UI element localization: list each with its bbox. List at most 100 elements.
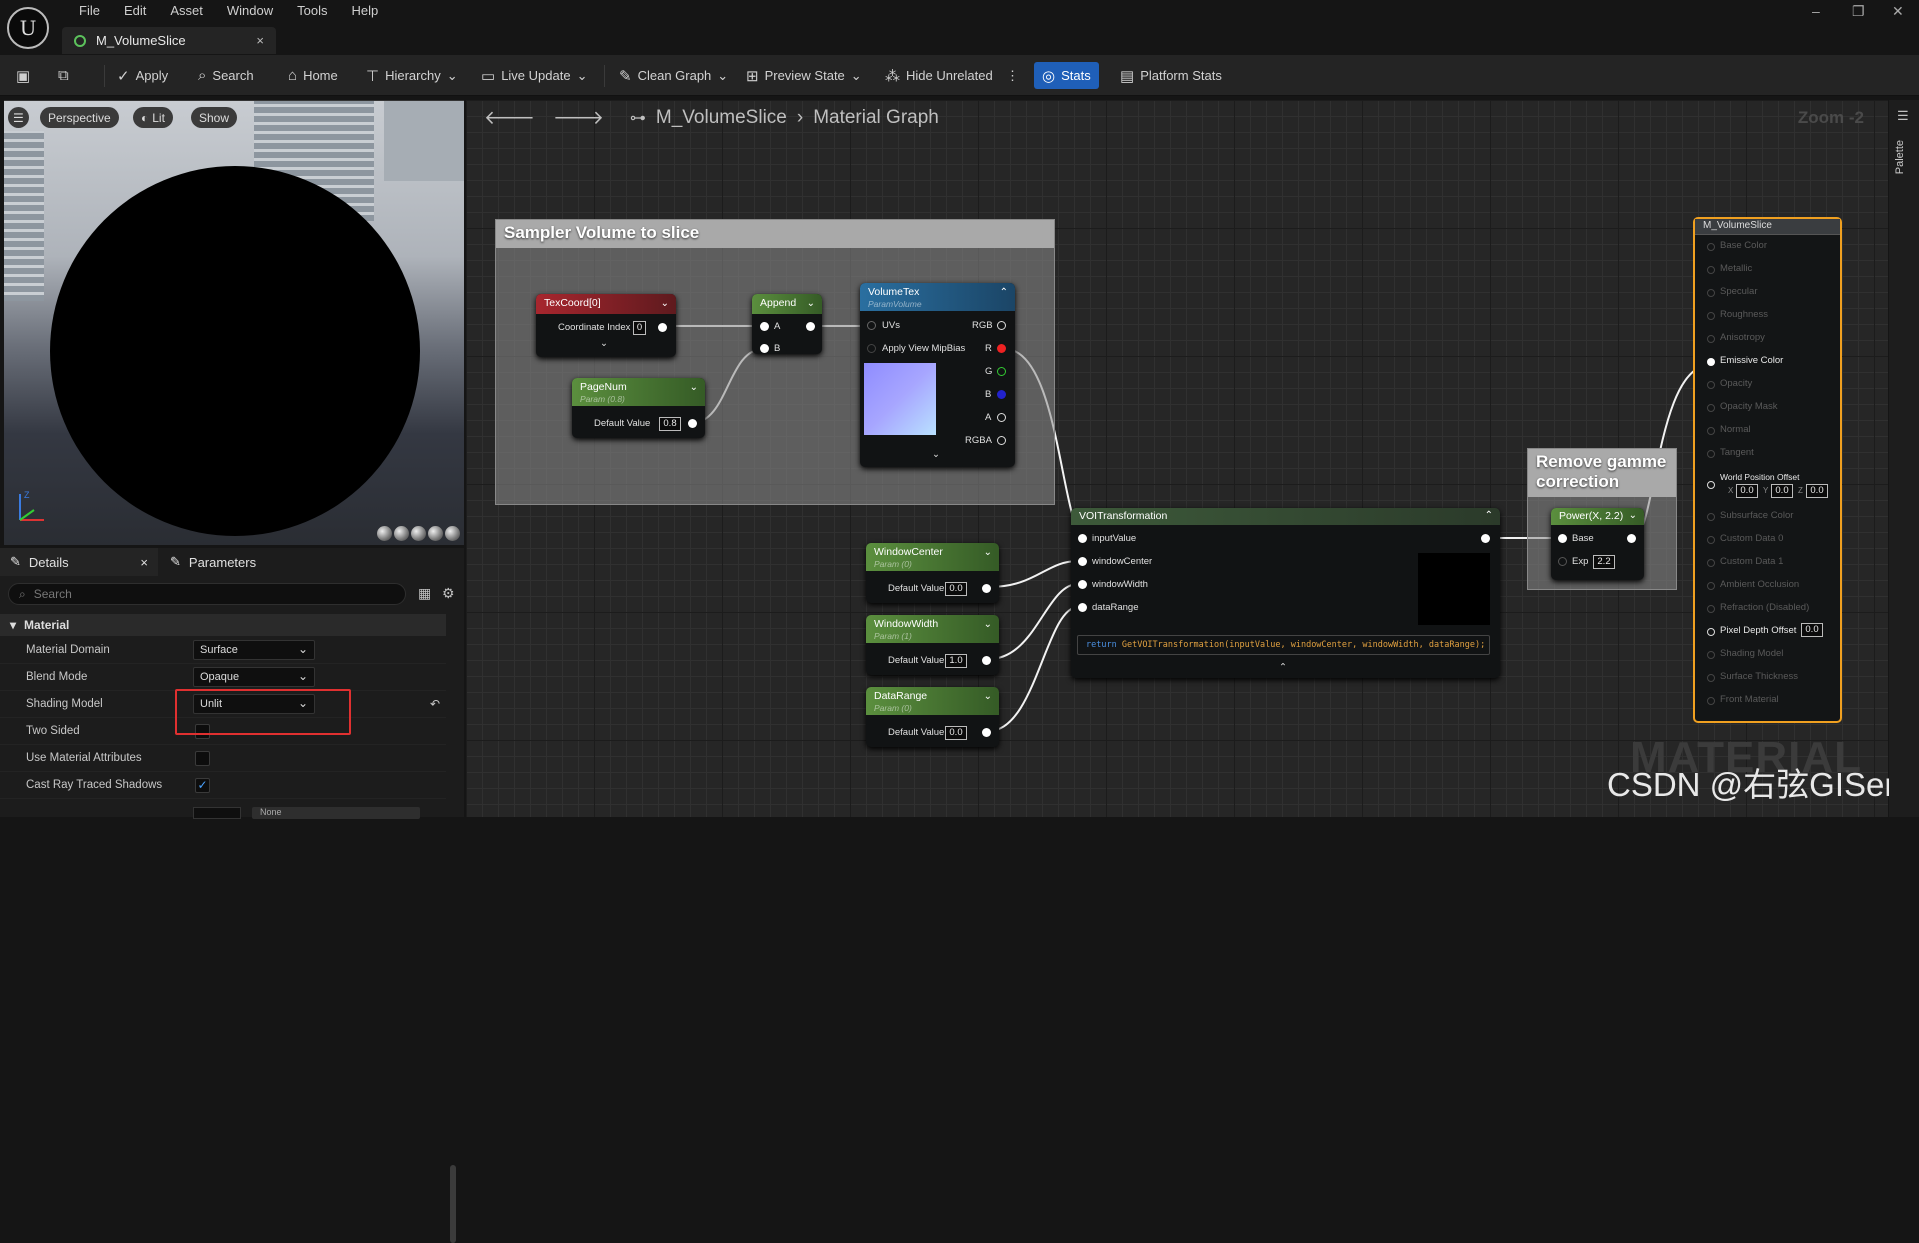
show-button[interactable]: Show — [191, 107, 238, 128]
menu-help[interactable]: Help — [339, 2, 390, 20]
datarange-value[interactable]: 0.0 — [945, 726, 967, 740]
menu-window[interactable]: Window — [215, 2, 285, 20]
close-details-icon[interactable]: × — [140, 555, 148, 570]
wpo-y-value[interactable]: 0.0 — [1771, 484, 1793, 498]
axis-gizmo-icon: Z — [12, 488, 52, 531]
chevron-down-icon: ⌄ — [297, 669, 308, 683]
toolbar: ▣ ⧉ ✓ Apply ⌕ Search ⌂ Home ⊤ Hierarchy ⌄ ▭ Li… — [0, 55, 1919, 96]
live-update-button[interactable]: ▭ Live Update ⌄ — [481, 55, 587, 96]
tab-parameters[interactable]: ✎ Parameters — [170, 548, 256, 576]
pagenum-value[interactable]: 0.8 — [659, 417, 681, 431]
more-options-icon[interactable]: ⋮ — [1006, 55, 1019, 96]
material-domain-combo[interactable]: Surface ⌄ — [193, 640, 315, 660]
category-material[interactable]: ▾ Material — [0, 614, 446, 636]
node-voitransformation[interactable]: VOITransformation ⌃ inputValue windowCen… — [1071, 508, 1500, 678]
tab-details[interactable]: ✎ Details × — [0, 548, 158, 576]
stats-button[interactable]: ◎ Stats — [1034, 62, 1099, 89]
chevron-down-icon: ⌄ — [689, 382, 698, 393]
save-button[interactable]: ▣ — [16, 55, 30, 96]
node-append[interactable]: Append ⌄ A B — [752, 294, 822, 354]
details-search-input[interactable]: ⌕ Search — [8, 583, 406, 605]
node-datarange[interactable]: DataRange Param (0) ⌄ Default Value 0.0 — [866, 687, 999, 747]
palette-panel[interactable]: ☰ Palette — [1889, 100, 1919, 817]
preview-state-icon: ⊞ — [746, 67, 759, 85]
palette-menu-icon[interactable]: ☰ — [1897, 108, 1909, 124]
live-update-icon: ▭ — [481, 67, 496, 85]
node-material-output[interactable]: M_VolumeSlice Base Color Metallic Specul… — [1693, 217, 1842, 723]
node-windowcenter[interactable]: WindowCenter Param (0) ⌄ Default Value 0.… — [866, 543, 999, 603]
chevron-down-icon: ⌄ — [660, 298, 669, 309]
highlight-box — [175, 689, 351, 735]
node-pagenum[interactable]: PageNum Param (0.8) ⌄ Default Value 0.8 — [572, 378, 705, 438]
minimize-button[interactable]: – — [1812, 3, 1820, 19]
search-button[interactable]: ⌕ Search — [198, 55, 254, 96]
hide-unrelated-button[interactable]: ⁂ Hide Unrelated — [885, 55, 993, 96]
platform-stats-icon: ▤ — [1120, 67, 1135, 85]
use-material-attributes-checkbox[interactable] — [195, 751, 210, 766]
wpo-z-value[interactable]: 0.0 — [1806, 484, 1828, 498]
palette-tab[interactable]: Palette — [1894, 140, 1906, 174]
home-icon: ⌂ — [288, 67, 298, 84]
lit-button[interactable]: ◐ Lit — [133, 107, 173, 128]
chevron-down-icon: ⌄ — [806, 298, 815, 309]
collapse-icon: ⌄ — [932, 449, 940, 460]
wpo-x-value[interactable]: 0.0 — [1736, 484, 1758, 498]
chevron-down-icon: ⌄ — [1628, 510, 1637, 521]
details-scrollbar[interactable] — [450, 1165, 456, 1243]
menu-tools[interactable]: Tools — [285, 2, 339, 20]
save-icon: ▣ — [16, 67, 31, 85]
windowwidth-value[interactable]: 1.0 — [945, 654, 967, 668]
node-windowwidth[interactable]: WindowWidth Param (1) ⌄ Default Value 1.0 — [866, 615, 999, 675]
menu-file[interactable]: File — [67, 2, 112, 20]
preview-viewport[interactable]: ☰ Perspective ◐ Lit Show Z — [4, 100, 464, 545]
material-graph[interactable]: 🡐 🡒 ⊶ M_VolumeSlice › Material Graph Zoo… — [466, 100, 1888, 817]
lit-icon: ◐ — [141, 110, 149, 125]
comment-title: Remove gamme correction — [1528, 449, 1676, 497]
menu-edit[interactable]: Edit — [112, 2, 158, 20]
preview-state-button[interactable]: ⊞ Preview State ⌄ — [746, 55, 862, 96]
pixel-depth-offset-value[interactable]: 0.0 — [1801, 623, 1823, 637]
output-pin — [658, 323, 667, 332]
perspective-button[interactable]: Perspective — [40, 107, 119, 128]
home-button[interactable]: ⌂ Home — [288, 55, 338, 96]
preview-sphere — [50, 166, 420, 536]
clean-graph-button[interactable]: ✎ Clean Graph ⌄ — [619, 55, 728, 96]
partial-field[interactable] — [193, 807, 241, 819]
material-asset-icon — [74, 34, 86, 47]
table-view-icon[interactable]: ▦ — [418, 585, 431, 602]
exp-value[interactable]: 2.2 — [1593, 555, 1615, 569]
chevron-down-icon: ⌄ — [983, 619, 992, 630]
preview-mesh-selector[interactable] — [377, 526, 460, 541]
gear-icon[interactable]: ⚙ — [442, 585, 455, 602]
maximize-button[interactable]: ❐ — [1852, 3, 1865, 20]
unreal-logo-icon[interactable]: U — [7, 7, 49, 49]
browse-button[interactable]: ⧉ — [58, 55, 69, 96]
property-cast-ray-traced-shadows: Cast Ray Traced Shadows ✓ — [0, 772, 446, 799]
hierarchy-button[interactable]: ⊤ Hierarchy ⌄ — [366, 55, 458, 96]
viewport-menu-icon[interactable]: ☰ — [8, 107, 29, 128]
cast-ray-traced-shadows-checkbox[interactable]: ✓ — [195, 778, 210, 793]
blend-mode-combo[interactable]: Opaque ⌄ — [193, 667, 315, 687]
chevron-down-icon: ⌄ — [983, 691, 992, 702]
document-tab[interactable]: M_VolumeSlice × — [62, 27, 276, 54]
apply-button[interactable]: ✓ Apply — [117, 55, 168, 96]
chevron-down-icon: ⌄ — [446, 67, 458, 83]
search-icon: ⌕ — [19, 586, 26, 601]
partial-combo[interactable]: None — [252, 807, 420, 819]
node-texcoord[interactable]: TexCoord[0] ⌄ Coordinate Index 0 ⌄ — [536, 294, 676, 357]
chevron-down-icon: ⌄ — [850, 67, 862, 83]
code-field[interactable]: return GetVOITransformation(inputValue, … — [1077, 635, 1490, 655]
windowcenter-value[interactable]: 0.0 — [945, 582, 967, 596]
node-volumetex[interactable]: VolumeTex ParamVolume ⌃ UVs Apply View Mi… — [860, 283, 1015, 467]
menu-asset[interactable]: Asset — [158, 2, 215, 20]
platform-stats-button[interactable]: ▤ Platform Stats — [1120, 55, 1222, 96]
node-power[interactable]: Power(X, 2.2) ⌄ Base Exp 2.2 — [1551, 508, 1644, 580]
close-window-button[interactable]: ✕ — [1892, 3, 1904, 20]
reset-to-default-icon[interactable]: ↶ — [430, 697, 440, 711]
property-material-domain: Material Domain Surface ⌄ — [0, 637, 446, 664]
coordinate-index-value[interactable]: 0 — [633, 321, 646, 335]
close-tab-icon[interactable]: × — [256, 33, 264, 48]
voi-preview — [1418, 553, 1490, 625]
details-panel: ✎ Details × ✎ Parameters ⌕ Search ▦ ⚙ ▾ Mate… — [0, 548, 464, 1243]
parameters-icon: ✎ — [170, 554, 181, 569]
